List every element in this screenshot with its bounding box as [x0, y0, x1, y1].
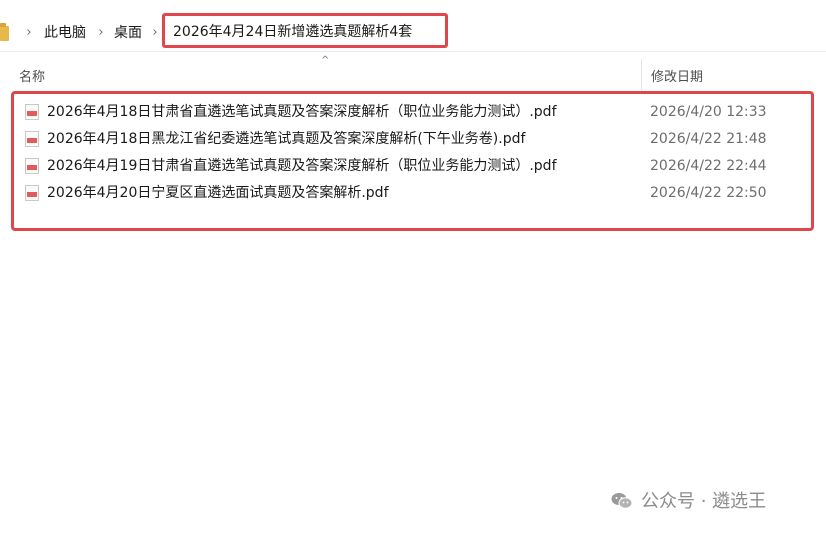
- file-date: 2026/4/22 22:44: [650, 158, 767, 174]
- column-date-header[interactable]: 修改日期: [651, 66, 703, 85]
- file-row[interactable]: 2026年4月19日甘肃省直遴选笔试真题及答案深度解析（职位业务能力测试）.pd…: [22, 153, 812, 179]
- file-explorer-window: › 此电脑 › 桌面 › 2026年4月24日新增遴选真题解析4套 ^ 名称 修…: [0, 0, 826, 535]
- column-header: ^ 名称 修改日期: [0, 55, 826, 90]
- file-row[interactable]: 2026年4月18日黑龙江省纪委遴选笔试真题及答案深度解析(下午业务卷).pdf…: [22, 126, 812, 152]
- file-date: 2026/4/22 21:48: [650, 131, 767, 147]
- breadcrumb-desktop[interactable]: 桌面: [114, 24, 142, 42]
- file-name: 2026年4月18日甘肃省直遴选笔试真题及答案深度解析（职位业务能力测试）.pd…: [47, 104, 557, 120]
- chevron-right-icon[interactable]: ›: [96, 25, 106, 41]
- file-name: 2026年4月19日甘肃省直遴选笔试真题及答案深度解析（职位业务能力测试）.pd…: [47, 158, 557, 174]
- column-name-header[interactable]: 名称: [19, 66, 45, 85]
- pdf-file-icon: [25, 158, 39, 174]
- chevron-right-icon[interactable]: ›: [24, 25, 34, 41]
- breadcrumb-current-folder[interactable]: 2026年4月24日新增遴选真题解析4套: [173, 23, 412, 41]
- file-date: 2026/4/20 12:33: [650, 104, 767, 120]
- file-name: 2026年4月20日宁夏区直遴选面试真题及答案解析.pdf: [47, 185, 389, 201]
- pdf-file-icon: [25, 104, 39, 120]
- folder-icon: [0, 23, 9, 41]
- pdf-file-icon: [25, 131, 39, 147]
- file-row[interactable]: 2026年4月18日甘肃省直遴选笔试真题及答案深度解析（职位业务能力测试）.pd…: [22, 99, 812, 125]
- file-date: 2026/4/22 22:50: [650, 185, 767, 201]
- wechat-icon: [611, 493, 633, 509]
- breadcrumb-current-highlight: 2026年4月24日新增遴选真题解析4套: [162, 13, 448, 48]
- breadcrumb-this-pc[interactable]: 此电脑: [44, 24, 86, 42]
- sort-ascending-icon: ^: [321, 55, 330, 66]
- chevron-right-icon[interactable]: ›: [150, 25, 160, 41]
- file-name: 2026年4月18日黑龙江省纪委遴选笔试真题及答案深度解析(下午业务卷).pdf: [47, 131, 526, 147]
- watermark-text: 公众号 · 遴选王: [641, 491, 767, 512]
- column-divider[interactable]: [641, 59, 642, 90]
- file-row[interactable]: 2026年4月20日宁夏区直遴选面试真题及答案解析.pdf 2026/4/22 …: [22, 180, 812, 206]
- pdf-file-icon: [25, 185, 39, 201]
- address-bar[interactable]: › 此电脑 › 桌面 › 2026年4月24日新增遴选真题解析4套: [0, 13, 826, 52]
